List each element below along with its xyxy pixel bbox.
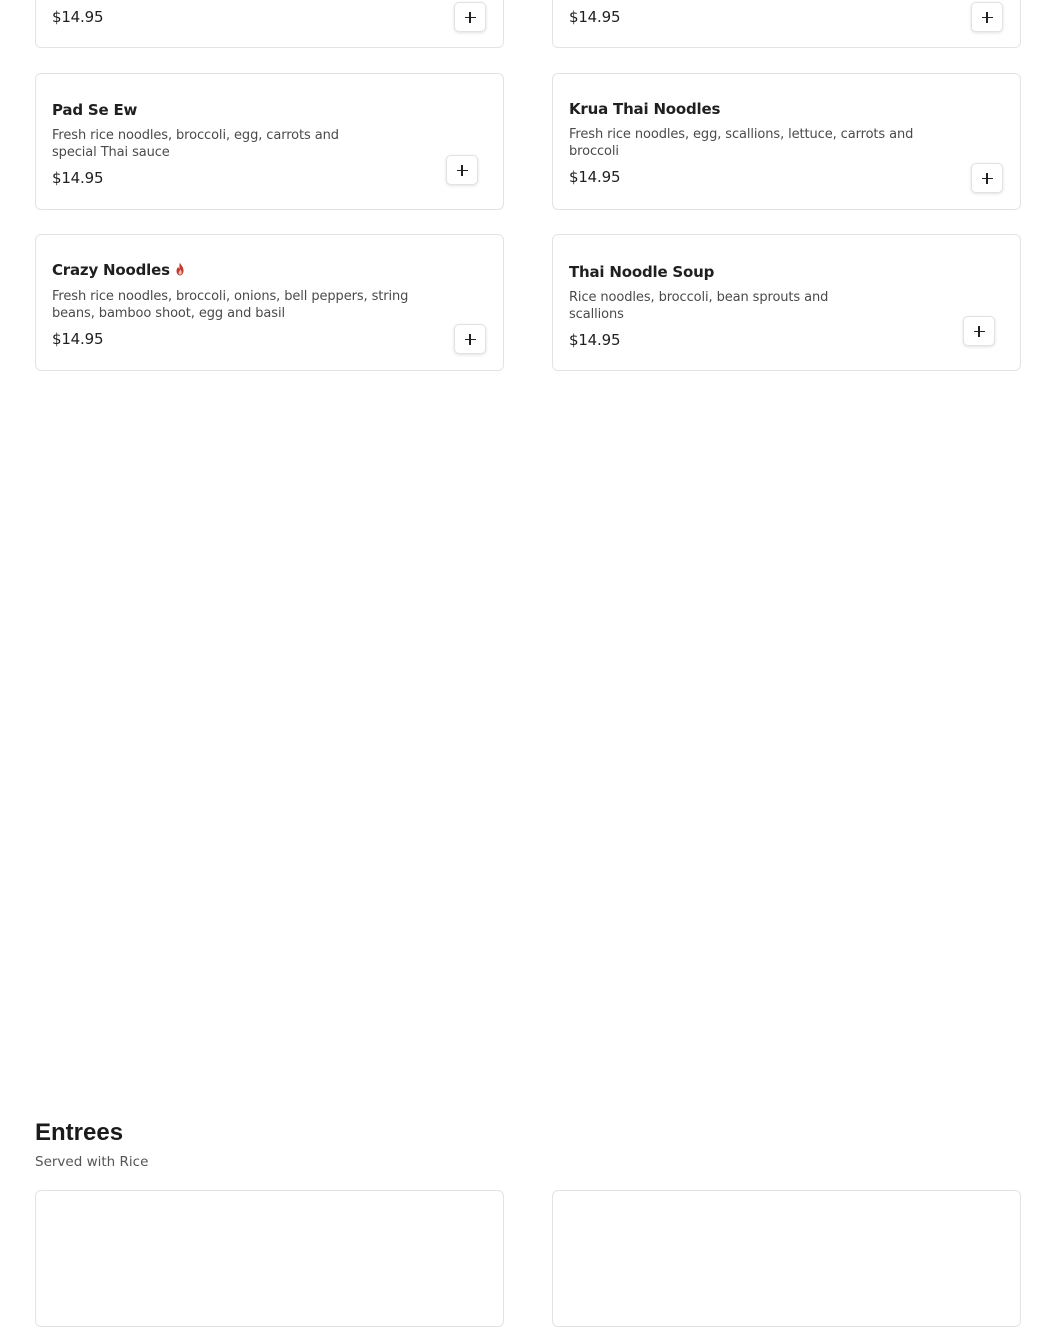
item-price: $14.95 (569, 331, 621, 349)
add-to-cart-button[interactable] (454, 324, 486, 354)
item-description: Fresh rice noodles, egg, scallions, lett… (569, 127, 914, 159)
item-description: Fresh rice noodles, broccoli, egg, carro… (52, 128, 339, 160)
item-price: $14.95 (52, 169, 104, 187)
menu-item-card[interactable]: Crazy Noodles Fresh rice noodles, brocco… (35, 234, 504, 371)
menu-item-card[interactable]: $14.95 (552, 0, 1021, 48)
menu-item-card[interactable]: $14.95 (35, 0, 504, 48)
add-to-cart-button[interactable] (963, 316, 995, 346)
item-name: Krua Thai Noodles (569, 100, 721, 118)
item-name-text: Crazy Noodles (52, 261, 170, 279)
item-name: Crazy Noodles (52, 261, 186, 279)
item-name: Pad Se Ew (52, 101, 138, 119)
plus-icon (981, 11, 993, 23)
item-price: $14.95 (52, 8, 104, 26)
chili-flame-icon (176, 262, 184, 276)
item-price: $14.95 (569, 168, 621, 186)
add-to-cart-button[interactable] (971, 163, 1003, 193)
add-to-cart-button[interactable] (971, 2, 1003, 32)
item-description: Fresh rice noodles, broccoli, onions, be… (52, 289, 409, 321)
menu-item-card[interactable]: Thai Noodle Soup Rice noodles, broccoli,… (552, 234, 1021, 371)
item-price: $14.95 (52, 330, 104, 348)
plus-icon (981, 172, 993, 184)
section-title: Entrees (35, 1119, 124, 1146)
plus-icon (973, 325, 985, 337)
menu-item-card[interactable] (35, 1190, 504, 1327)
item-price: $14.95 (569, 8, 621, 26)
plus-icon (456, 164, 468, 176)
menu-item-card[interactable]: Krua Thai Noodles Fresh rice noodles, eg… (552, 73, 1021, 210)
item-name: Thai Noodle Soup (569, 263, 715, 281)
add-to-cart-button[interactable] (446, 155, 478, 185)
item-description: Rice noodles, broccoli, bean sprouts and… (569, 290, 829, 322)
add-to-cart-button[interactable] (454, 2, 486, 32)
plus-icon (464, 11, 476, 23)
menu-item-card[interactable]: Pad Se Ew Fresh rice noodles, broccoli, … (35, 73, 504, 210)
plus-icon (464, 333, 476, 345)
menu-item-card[interactable] (552, 1190, 1021, 1327)
section-subtitle: Served with Rice (35, 1154, 149, 1170)
